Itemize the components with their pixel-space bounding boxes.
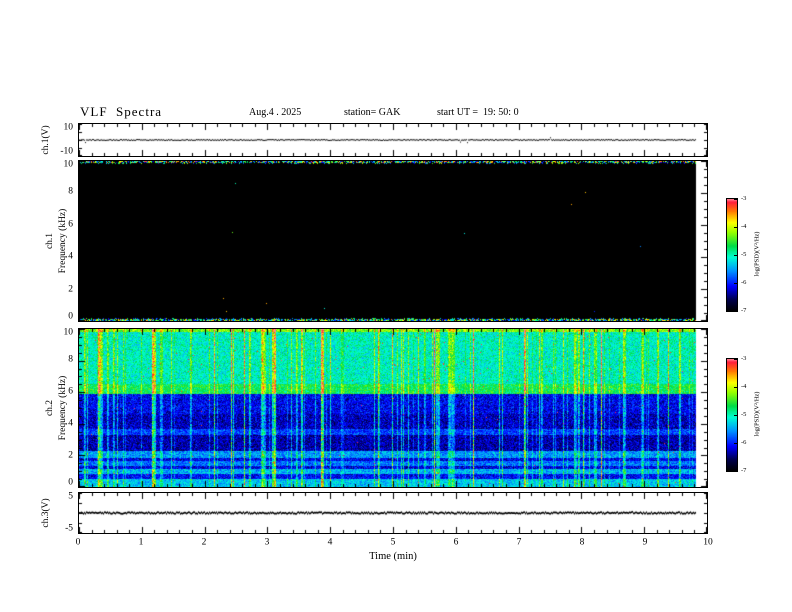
x-tick-label: 10 <box>703 537 713 548</box>
ch1-voltage-trace-canvas <box>79 124 707 156</box>
colorbar-tick-label: -6 <box>741 278 747 286</box>
ch1-spectrogram-ylabel-channel: ch.1 <box>45 232 55 250</box>
x-tick-label: 5 <box>390 537 396 548</box>
station-label: station= GAK <box>344 107 401 118</box>
x-tick-label: 3 <box>264 537 270 548</box>
colorbar-ch2 <box>726 358 738 472</box>
x-tick-label: 4 <box>327 537 333 548</box>
panel-ch1-voltage <box>78 123 708 157</box>
colorbar-tick-label: -7 <box>741 306 747 314</box>
y-tick-label: 6 <box>68 219 73 230</box>
panel-ch2-spectrogram <box>78 328 708 488</box>
ch3-voltage-trace-canvas <box>79 493 707 533</box>
colorbar-ch1-unit-label: log(PSD)(V²/Hz) <box>753 231 761 277</box>
x-tick-label: 0 <box>75 537 81 548</box>
x-tick-label: 9 <box>642 537 648 548</box>
x-tick-label: 7 <box>516 537 522 548</box>
ch2-spectrogram-ylabel-frequency: Frequency (kHz) <box>58 375 68 441</box>
colorbar-tick-label: -5 <box>741 250 747 258</box>
y-tick-label: 2 <box>68 450 73 461</box>
y-tick-label: 10 <box>63 159 74 170</box>
colorbar-tick-label: -4 <box>741 382 747 390</box>
y-tick-label: -5 <box>65 523 73 534</box>
colorbar-tick-label: -7 <box>741 466 747 474</box>
colorbar-ch1 <box>726 198 738 312</box>
y-tick-label: 8 <box>68 186 73 197</box>
ch1-voltage-ylabel: ch.1(V) <box>41 125 51 155</box>
vlf-spectra-figure: VLF Spectra Aug.4 . 2025 station= GAK st… <box>0 0 792 612</box>
y-tick-label: 10 <box>63 122 74 133</box>
x-tick-label: 6 <box>453 537 459 548</box>
colorbar-ch1-gradient-canvas <box>727 199 737 311</box>
colorbar-tick-label: -5 <box>741 410 747 418</box>
plot-title: VLF Spectra <box>80 104 163 119</box>
x-axis-title: Time (min) <box>369 551 417 562</box>
colorbar-ch2-gradient-canvas <box>727 359 737 471</box>
colorbar-ch2-unit-label: log(PSD)(V²/Hz) <box>753 391 761 437</box>
ch2-spectrogram-ylabel-channel: ch.2 <box>45 399 55 417</box>
date-label: Aug.4 . 2025 <box>249 107 302 118</box>
y-tick-label: -10 <box>60 146 73 157</box>
panel-ch3-voltage <box>78 492 708 534</box>
x-tick-label: 1 <box>138 537 144 548</box>
x-tick-label: 2 <box>201 537 207 548</box>
x-tick-label: 8 <box>579 537 585 548</box>
ch3-voltage-ylabel: ch.3(V) <box>41 498 51 528</box>
panel-ch1-spectrogram <box>78 160 708 322</box>
colorbar-tick-label: -3 <box>741 194 747 202</box>
start-ut-label: start UT = 19: 50: 0 <box>437 107 519 118</box>
ch1-spectrogram-ylabel-frequency: Frequency (kHz) <box>58 208 68 274</box>
y-tick-label: 5 <box>68 491 73 502</box>
ch1-spectrogram-canvas <box>79 161 707 321</box>
y-tick-label: 6 <box>68 386 73 397</box>
y-tick-label: 8 <box>68 354 73 365</box>
y-tick-label: 4 <box>68 251 73 262</box>
y-tick-label: 10 <box>63 327 74 338</box>
ch2-spectrogram-canvas <box>79 329 707 487</box>
y-tick-label: 2 <box>68 283 73 294</box>
y-tick-label: 4 <box>68 418 73 429</box>
colorbar-tick-label: -4 <box>741 222 747 230</box>
colorbar-tick-label: -6 <box>741 438 747 446</box>
y-tick-label: 0 <box>68 311 73 322</box>
y-tick-label: 0 <box>68 477 73 488</box>
colorbar-tick-label: -3 <box>741 354 747 362</box>
